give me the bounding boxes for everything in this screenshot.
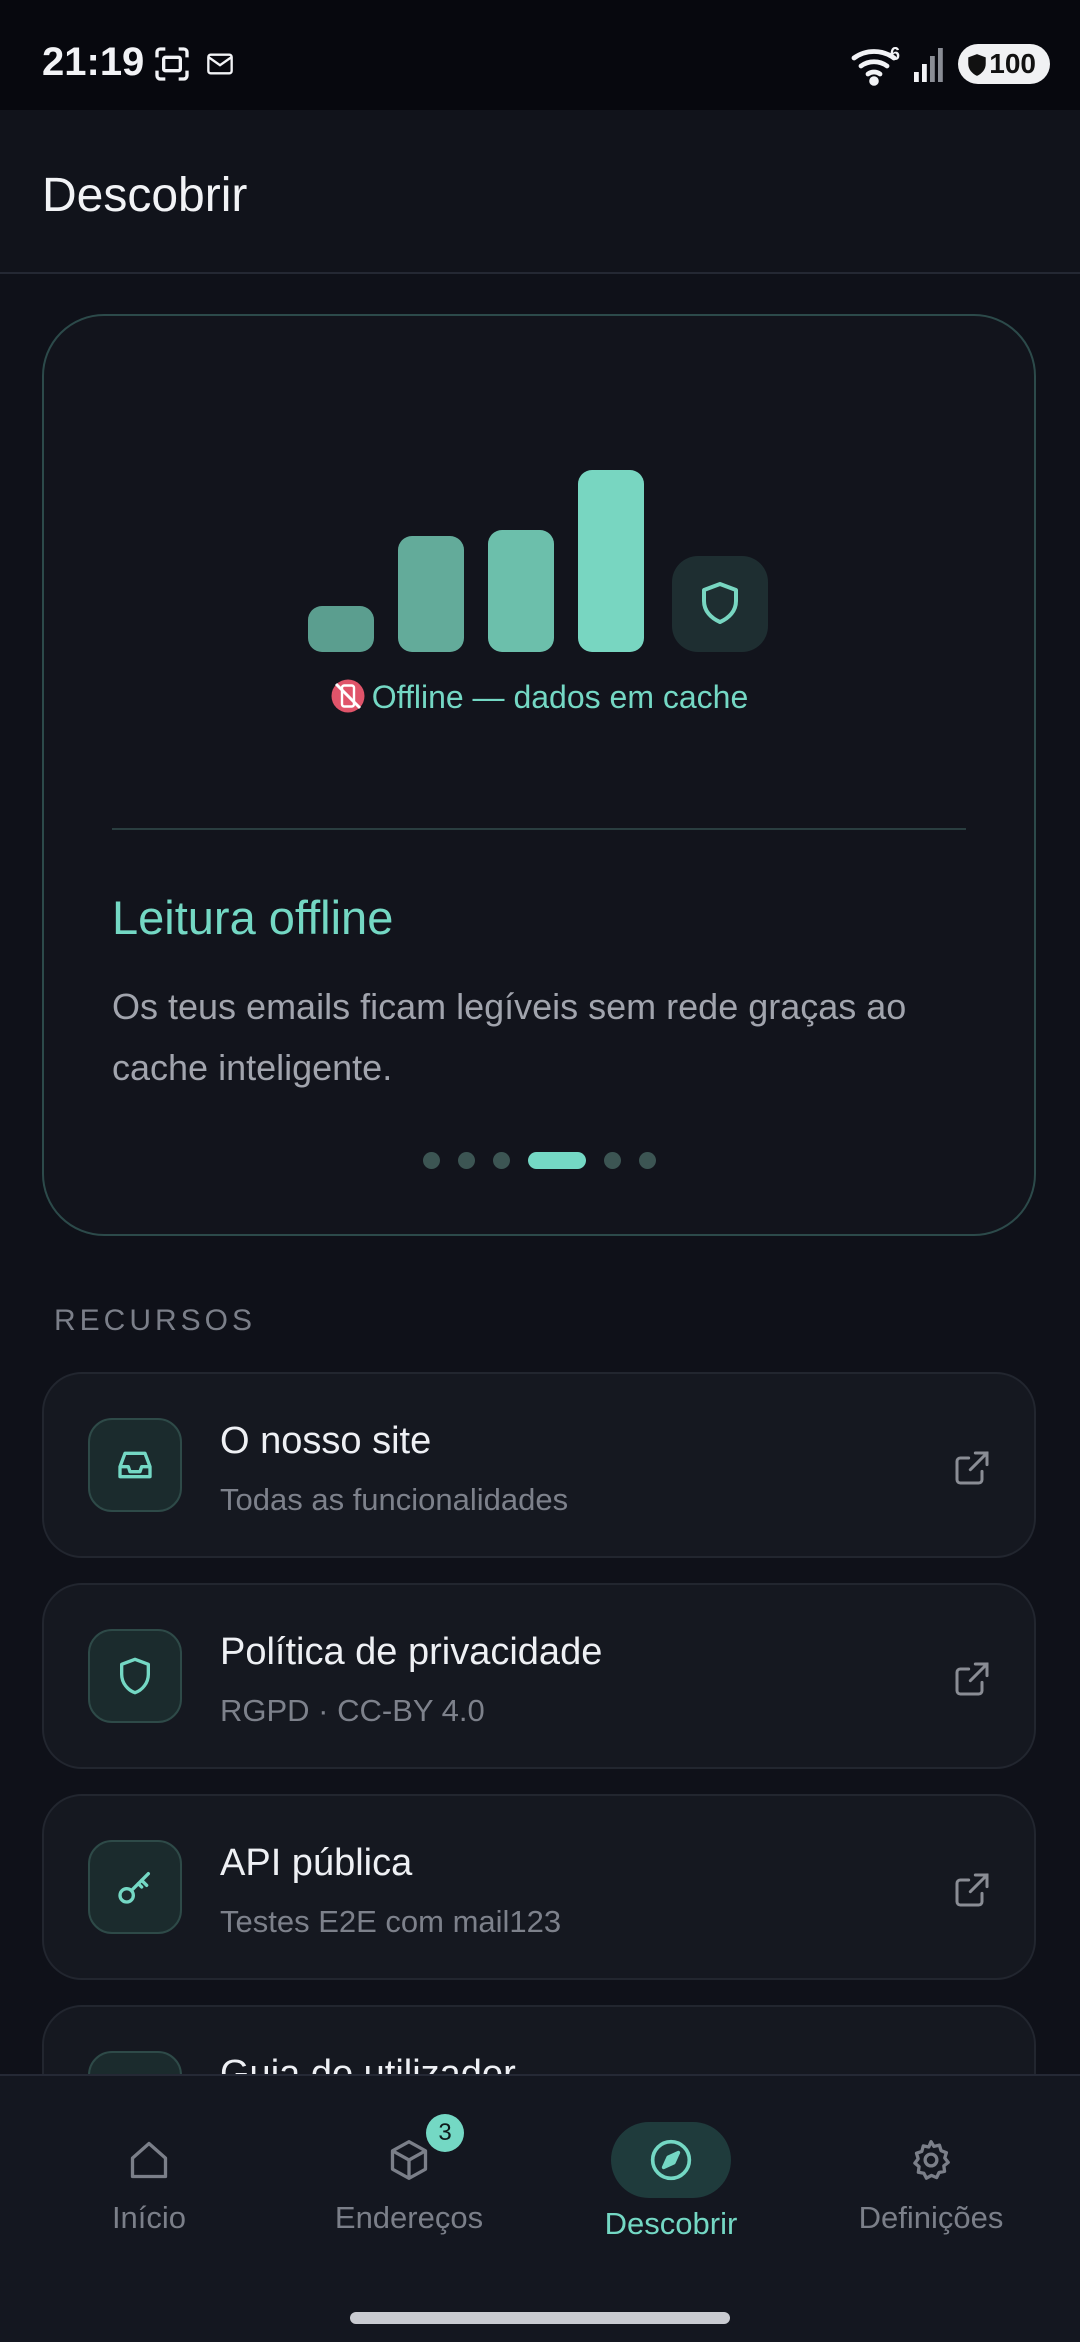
nav-item-enderecos[interactable]: 3 Endereços [274,2076,544,2276]
screenshot-icon [152,44,192,89]
notification-badge: 3 [426,2114,464,2152]
page-dot[interactable] [492,1152,510,1169]
nav-label: Descobrir [604,2206,738,2241]
signal-icon [912,46,944,89]
shield-icon [88,1629,182,1723]
signal-bar-4 [578,470,644,652]
page-dot[interactable] [638,1152,656,1169]
resource-item-privacy[interactable]: Política de privacidade RGPD · CC-BY 4.0 [42,1583,1036,1769]
status-time: 21:19 [42,40,145,84]
page-dot[interactable] [603,1152,621,1169]
resource-title: Política de privacidade [220,1631,603,1673]
home-icon [89,2122,209,2198]
section-label-resources: RECURSOS [54,1304,257,1337]
nav-item-descobrir[interactable]: Descobrir [536,2076,806,2276]
gear-icon [871,2122,991,2198]
nav-label: Início [111,2200,187,2235]
no-phone-icon [330,678,366,722]
resource-item-website[interactable]: O nosso site Todas as funcionalidades [42,1372,1036,1558]
feature-carousel[interactable]: Offline — dados em cache Leitura offline… [42,314,1036,1236]
page-dot-active[interactable] [527,1152,586,1169]
shield-badge [672,556,768,652]
resource-item-api[interactable]: API pública Testes E2E com mail123 [42,1794,1036,1980]
signal-bar-1 [308,606,374,652]
signal-bar-2 [398,536,464,652]
wifi-badge: 6 [890,44,901,64]
app-bar: Descobrir [0,110,1080,274]
bottom-navigation: Início 3 Endereços Descobrir Definições [0,2074,1080,2342]
nav-item-definicoes[interactable]: Definições [796,2076,1066,2276]
offline-illustration [308,470,768,652]
nav-label: Definições [858,2200,1004,2235]
resource-subtitle: Todas as funcionalidades [220,1482,569,1517]
carousel-divider [112,828,966,830]
status-bar: 21:19 6 100 [0,0,1080,110]
resource-subtitle: RGPD · CC-BY 4.0 [220,1693,485,1728]
signal-bar-3 [488,530,554,652]
battery-level: 100 [989,48,1036,79]
offline-status-line: Offline — dados em cache [44,678,1034,722]
battery-indicator: 100 [958,44,1050,84]
external-link-icon [952,1870,992,1915]
home-indicator[interactable] [350,2312,730,2324]
external-link-icon [952,1659,992,1704]
resource-subtitle: Testes E2E com mail123 [220,1904,562,1939]
page-dot[interactable] [422,1152,440,1169]
page-dot[interactable] [457,1152,475,1169]
inbox-icon [88,1418,182,1512]
page-title: Descobrir [42,169,248,222]
carousel-description: Os teus emails ficam legíveis sem rede g… [112,986,907,1088]
carousel-title: Leitura offline [112,891,394,944]
resource-title: O nosso site [220,1420,432,1462]
external-link-icon [952,1448,992,1493]
nav-item-inicio[interactable]: Início [14,2076,284,2276]
mail-icon [206,52,234,81]
compass-icon [611,2122,731,2198]
offline-status-text: Offline — dados em cache [371,679,749,715]
carousel-pagination [44,1152,1034,1169]
resource-title: API pública [220,1842,413,1884]
key-icon [88,1840,182,1934]
nav-label: Endereços [334,2200,484,2235]
shield-icon [966,52,988,84]
